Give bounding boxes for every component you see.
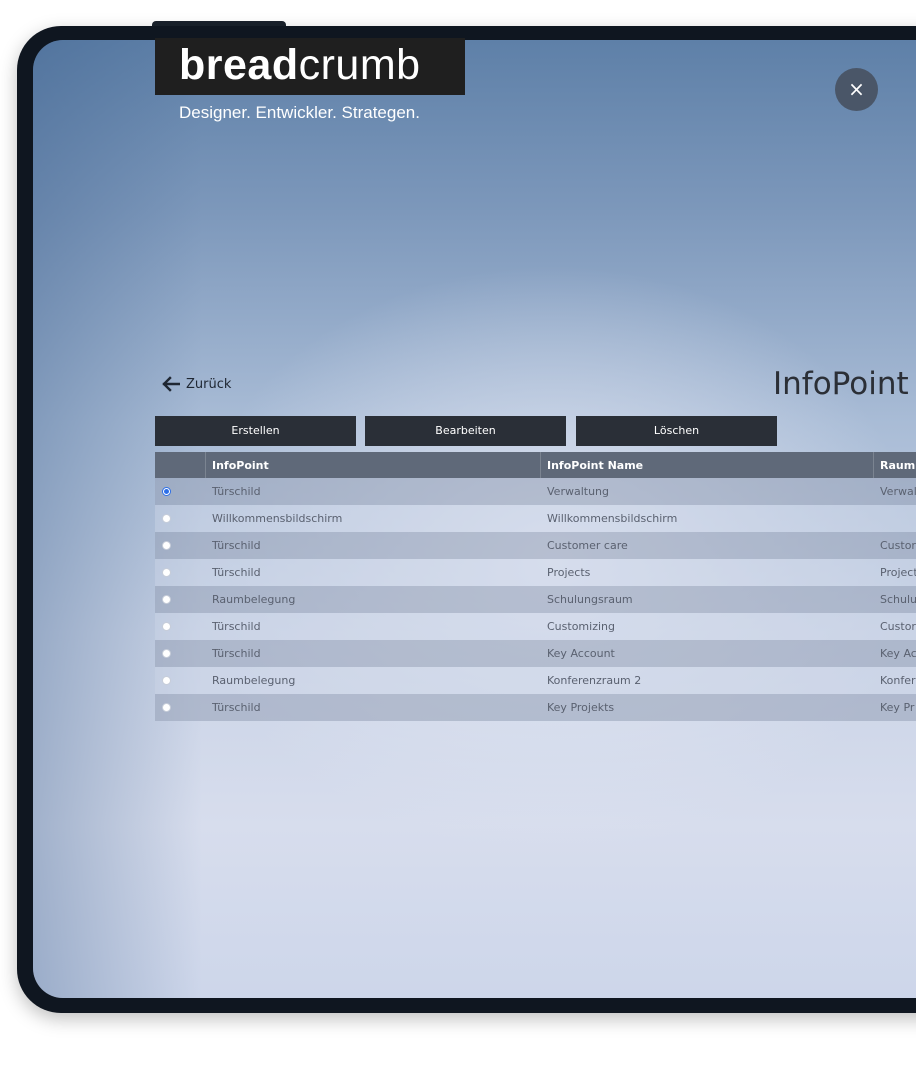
row-radio-button[interactable] [161,595,171,604]
cell-infopoint-name: Customer care [547,539,628,552]
close-icon: × [848,77,865,101]
column-header-room[interactable]: Raumr [880,452,916,478]
table-row[interactable]: Türschild Projects Project [155,559,916,586]
cell-infopoint: Türschild [212,485,261,498]
row-radio-button[interactable] [161,568,171,577]
close-button[interactable]: × [835,68,878,111]
infopoint-table: InfoPoint InfoPoint Name Raumr Türschild… [155,452,916,721]
column-header-infopoint[interactable]: InfoPoint [212,452,532,478]
cell-room: Verwal [880,485,916,498]
table-row[interactable]: Türschild Customizing Custor [155,613,916,640]
delete-button[interactable]: Löschen [576,416,777,446]
row-select-cell [155,667,205,694]
cell-infopoint: Türschild [212,539,261,552]
table-row[interactable]: Willkommensbildschirm Willkommensbildschi… [155,505,916,532]
select-column-header [155,452,205,478]
cell-room: Custor [880,539,916,552]
row-radio-button[interactable] [161,622,171,631]
table-row[interactable]: Raumbelegung Schulungsraum Schulu [155,586,916,613]
page-title: InfoPoint [773,366,909,402]
cell-room: Key Pr [880,701,915,714]
row-select-cell [155,478,205,505]
cell-infopoint: Willkommensbildschirm [212,512,343,525]
cell-infopoint: Türschild [212,566,261,579]
create-button[interactable]: Erstellen [155,416,356,446]
cell-room: Project [880,566,916,579]
cell-room: Schulu [880,593,916,606]
brand-logo: breadcrumb [155,38,465,95]
back-label: Zurück [186,376,232,392]
cell-room: Key Ac [880,647,916,660]
brand-name-light: crumb [298,41,421,89]
row-radio-button[interactable] [161,676,171,685]
table-row[interactable]: Türschild Customer care Custor [155,532,916,559]
row-radio-button[interactable] [161,514,171,523]
row-select-cell [155,694,205,721]
row-select-cell [155,586,205,613]
table-row[interactable]: Türschild Key Account Key Ac [155,640,916,667]
cell-infopoint: Türschild [212,701,261,714]
row-radio-button[interactable] [161,541,171,550]
cell-infopoint: Raumbelegung [212,593,296,606]
cell-infopoint-name: Willkommensbildschirm [547,512,678,525]
row-select-cell [155,559,205,586]
edit-button[interactable]: Bearbeiten [365,416,566,446]
cell-infopoint: Türschild [212,647,261,660]
cell-infopoint-name: Schulungsraum [547,593,633,606]
brand-wordmark: breadcrumb [179,40,421,90]
cell-room [880,505,916,532]
arrow-left-icon [162,376,180,392]
row-select-cell [155,613,205,640]
row-select-cell [155,532,205,559]
cell-infopoint-name: Projects [547,566,591,579]
table-row[interactable]: Türschild Key Projekts Key Pr [155,694,916,721]
cell-room: Konfer [880,674,916,687]
table-header: InfoPoint InfoPoint Name Raumr [155,452,916,478]
row-radio-button[interactable] [161,487,171,496]
column-header-infopoint-name[interactable]: InfoPoint Name [547,452,867,478]
brand-tagline: Designer. Entwickler. Strategen. [179,103,420,122]
cell-infopoint-name: Customizing [547,620,615,633]
cell-infopoint-name: Konferenzraum 2 [547,674,642,687]
cell-infopoint: Türschild [212,620,261,633]
table-row[interactable]: Türschild Verwaltung Verwal [155,478,916,505]
stage: breadcrumb Designer. Entwickler. Strateg… [0,0,916,1080]
row-select-cell [155,640,205,667]
row-select-cell [155,505,205,532]
cell-infopoint-name: Verwaltung [547,485,609,498]
table-body: Türschild Verwaltung Verwal Willkommensbild… [155,478,916,721]
cell-room: Custor [880,620,916,633]
row-radio-button[interactable] [161,703,171,712]
row-radio-button[interactable] [161,649,171,658]
table-row[interactable]: Raumbelegung Konferenzraum 2 Konfer [155,667,916,694]
back-link[interactable]: Zurück [162,374,231,394]
brand-name-bold: bread [179,41,299,89]
cell-infopoint-name: Key Projekts [547,701,615,714]
cell-infopoint-name: Key Account [547,647,615,660]
cell-infopoint: Raumbelegung [212,674,296,687]
